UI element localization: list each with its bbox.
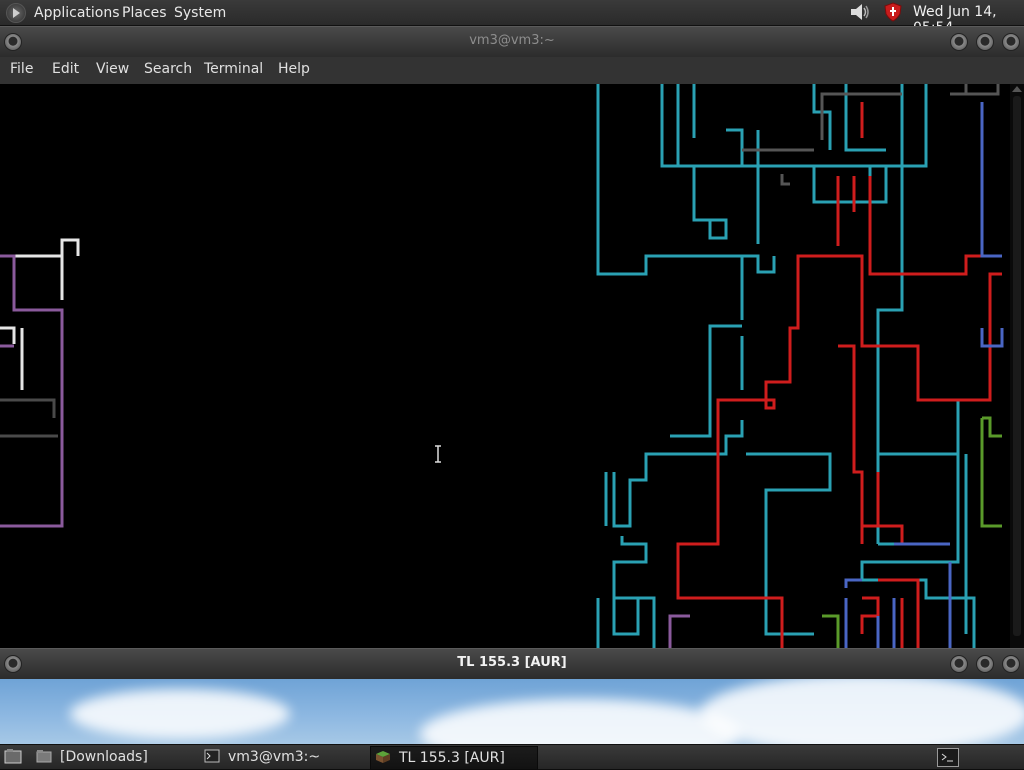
task-tl-window[interactable]: TL 155.3 [AUR] (370, 746, 538, 770)
close-button[interactable] (1002, 655, 1020, 673)
terminal-window: vm3@vm3:~ File Edit View Search Terminal… (0, 26, 1024, 648)
show-desktop-icon[interactable] (4, 748, 22, 764)
menu-terminal[interactable]: Terminal (204, 61, 263, 77)
maximize-button[interactable] (976, 655, 994, 673)
terminal-icon (204, 749, 220, 763)
minimize-button[interactable] (950, 655, 968, 673)
menu-edit[interactable]: Edit (52, 61, 79, 77)
menu-search[interactable]: Search (144, 61, 192, 77)
window-menu-button[interactable] (4, 655, 22, 673)
scrollbar-thumb[interactable] (1013, 96, 1021, 636)
minecraft-block-icon (376, 751, 390, 763)
window-title: vm3@vm3:~ (469, 33, 555, 48)
cloud (700, 679, 1024, 744)
minimize-button[interactable] (950, 33, 968, 51)
tl-window: TL 155.3 [AUR] (0, 648, 1024, 744)
window-menu-button[interactable] (4, 33, 22, 51)
text-cursor-icon (435, 445, 441, 463)
task-downloads[interactable]: [Downloads] (36, 746, 196, 768)
menu-applications[interactable]: Applications (34, 4, 120, 22)
menu-help[interactable]: Help (278, 61, 310, 77)
terminal-output[interactable] (0, 84, 1024, 648)
top-panel: Applications Places System Wed Jun 14, 0… (0, 0, 1024, 36)
task-terminal[interactable]: vm3@vm3:~ (204, 746, 364, 768)
menu-places[interactable]: Places (122, 4, 167, 22)
task-label: vm3@vm3:~ (228, 749, 321, 765)
tray-terminal-icon[interactable] (937, 748, 959, 767)
window-title: TL 155.3 [AUR] (457, 655, 567, 670)
task-label: TL 155.3 [AUR] (399, 750, 505, 766)
scroll-up-arrow-icon[interactable] (1012, 86, 1022, 92)
pipes-screensaver (0, 84, 1004, 648)
menu-file[interactable]: File (10, 61, 33, 77)
maximize-button[interactable] (976, 33, 994, 51)
task-label: [Downloads] (60, 749, 148, 765)
menu-system[interactable]: System (174, 4, 226, 22)
terminal-menubar: File Edit View Search Terminal Help (0, 57, 1024, 85)
terminal-scrollbar[interactable] (1010, 84, 1024, 648)
cloud (70, 689, 290, 739)
apps-logo-icon[interactable] (6, 3, 26, 23)
terminal-titlebar[interactable]: vm3@vm3:~ (0, 26, 1024, 58)
tl-game-view[interactable] (0, 679, 1024, 744)
close-button[interactable] (1002, 33, 1020, 51)
bottom-taskbar: [Downloads] vm3@vm3:~ TL 155.3 [AUR] (0, 744, 1024, 770)
folder-icon (36, 750, 52, 763)
volume-icon[interactable] (850, 3, 872, 21)
tl-titlebar[interactable]: TL 155.3 [AUR] (0, 648, 1024, 680)
cloud (420, 699, 740, 744)
security-shield-icon[interactable] (884, 2, 902, 22)
menu-view[interactable]: View (96, 61, 129, 77)
